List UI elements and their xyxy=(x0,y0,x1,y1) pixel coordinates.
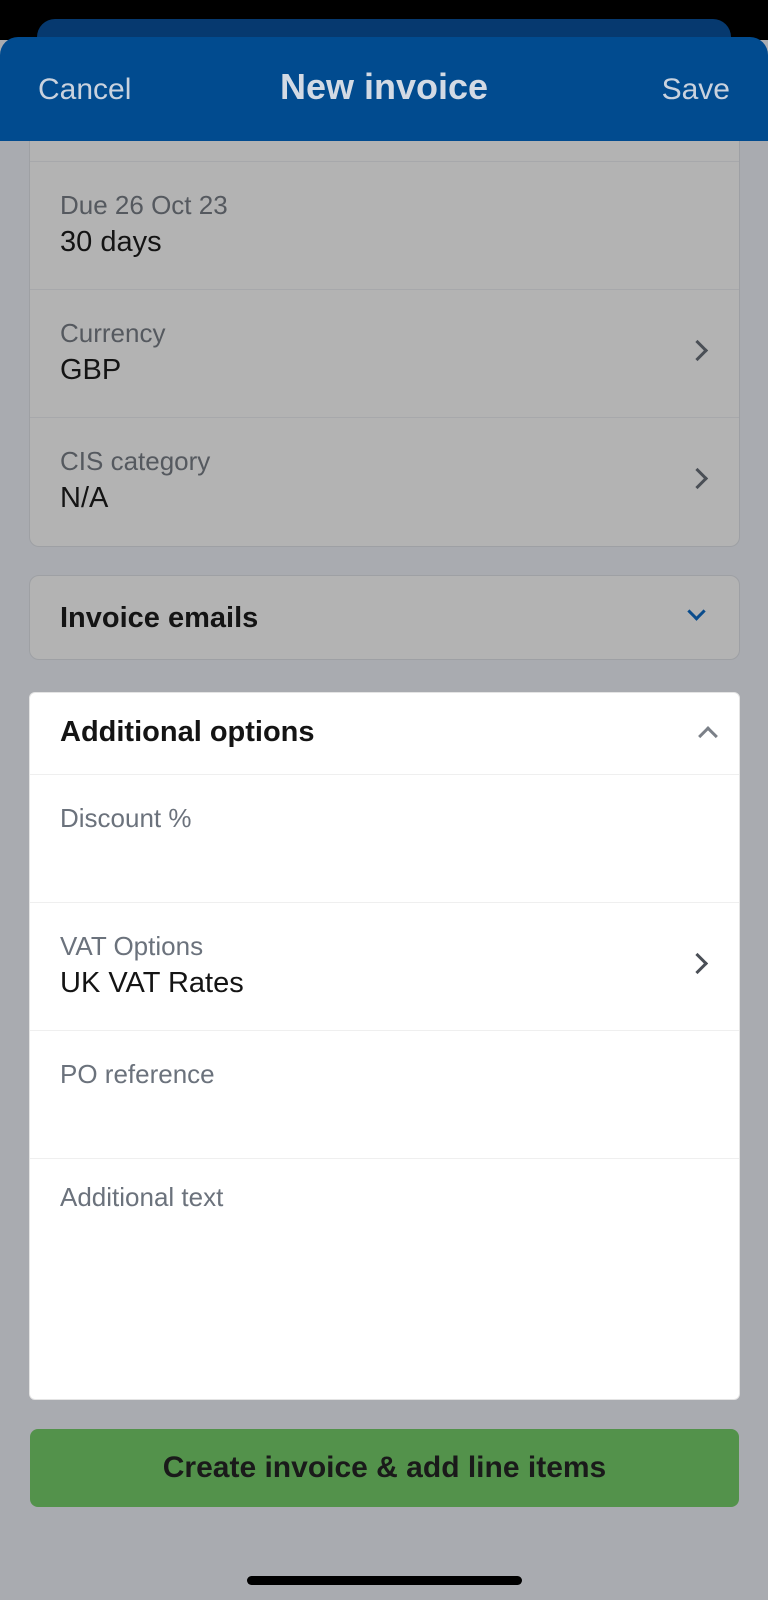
chevron-right-icon xyxy=(686,339,709,362)
additional-text-field[interactable]: Additional text xyxy=(30,1158,739,1398)
additional-options-section: Additional options Discount % VAT Option… xyxy=(29,692,740,1400)
currency-row[interactable]: Currency GBP xyxy=(30,289,739,417)
invoice-emails-section[interactable]: Invoice emails xyxy=(29,575,740,660)
save-button[interactable]: Save xyxy=(662,75,730,105)
chevron-right-icon xyxy=(686,467,709,490)
currency-label: Currency xyxy=(60,318,166,348)
chevron-down-icon xyxy=(687,602,706,621)
page-title: New invoice xyxy=(279,66,489,107)
discount-field[interactable]: Discount % xyxy=(30,774,739,902)
payment-terms-value: 30 days xyxy=(60,226,162,258)
cis-category-label: CIS category xyxy=(60,446,211,476)
due-date-row[interactable]: Due 26 Oct 23 30 days xyxy=(30,161,739,289)
additional-options-header: Additional options xyxy=(60,716,315,748)
due-date-label: Due 26 Oct 23 xyxy=(60,190,228,220)
cis-category-value: N/A xyxy=(60,482,109,514)
additional-text-label: Additional text xyxy=(60,1182,224,1212)
additional-options-header-row[interactable]: Additional options xyxy=(30,693,739,774)
currency-value: GBP xyxy=(60,354,122,386)
discount-label: Discount % xyxy=(60,803,192,833)
vat-options-row[interactable]: VAT Options UK VAT Rates xyxy=(30,902,739,1030)
vat-options-label: VAT Options xyxy=(60,931,204,961)
po-reference-label: PO reference xyxy=(60,1059,215,1089)
home-indicator xyxy=(247,1576,522,1585)
chevron-right-icon xyxy=(686,952,709,975)
create-invoice-button[interactable]: Create invoice & add line items xyxy=(30,1429,739,1507)
navigation-bar: Cancel New invoice Save xyxy=(0,37,768,141)
invoice-details-card: Due 26 Oct 23 30 days Currency GBP CIS c… xyxy=(29,141,740,547)
invoice-emails-header: Invoice emails xyxy=(60,602,259,634)
cis-category-row[interactable]: CIS category N/A xyxy=(30,417,739,545)
po-reference-field[interactable]: PO reference xyxy=(30,1030,739,1158)
vat-options-value: UK VAT Rates xyxy=(60,967,244,999)
chevron-up-icon xyxy=(698,726,718,746)
